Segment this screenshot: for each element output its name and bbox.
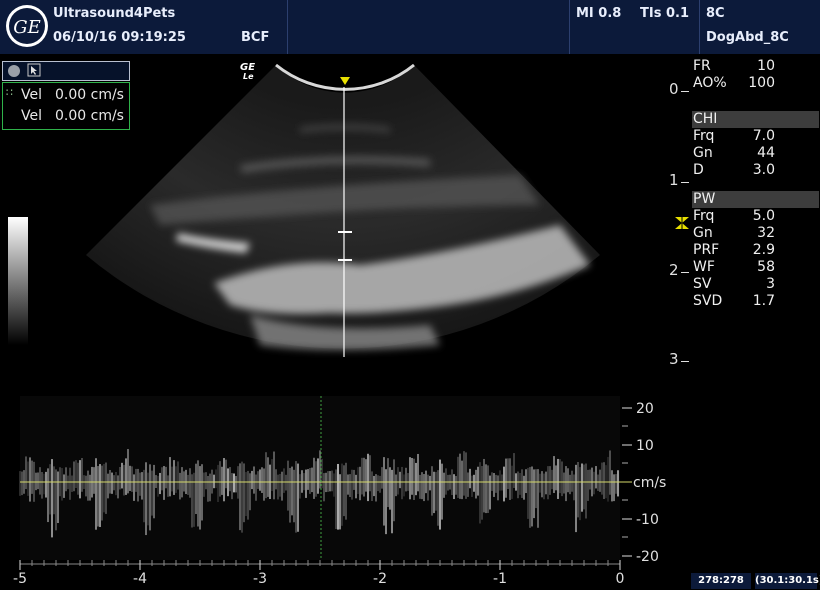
focus-marker-icon (340, 77, 350, 85)
param-value: 58 (757, 259, 775, 275)
mi-index: MI 0.8 (576, 6, 622, 21)
cine-timer: (30.1:30.1s) (755, 573, 820, 589)
param-key: SV (693, 276, 712, 292)
param-value: 44 (757, 145, 775, 161)
parameter-panel: FR 10 AO% 100 CHI Frq 7.0 Gn 44 D 3.0 PW Frq 5… (692, 58, 820, 310)
param-value: 100 (748, 75, 775, 91)
param-value: 3 (766, 276, 775, 292)
param-row: Gn 44 (692, 145, 820, 162)
param-row: AO% 100 (692, 75, 820, 92)
pw-section-header: PW (692, 191, 819, 208)
header-bar: GE Ultrasound4Pets 06/10/16 09:19:25 BCF… (0, 0, 820, 54)
depth-label: 1 (669, 171, 679, 189)
param-row: SVD 1.7 (692, 293, 820, 310)
tis-index: TIs 0.1 (640, 6, 689, 21)
time-ticks (19, 560, 621, 570)
param-value: 3.0 (752, 162, 775, 178)
param-value: 2.9 (752, 242, 775, 258)
velocity-tick-label: 20 (636, 401, 654, 417)
operator-initials: BCF (241, 30, 270, 45)
probe-logo-subtext: Le (243, 72, 254, 81)
velocity-unit-label: cm/s (633, 475, 666, 491)
param-value: 5.0 (752, 208, 775, 224)
depth-label: 0 (669, 80, 679, 98)
param-row: Frq 7.0 (692, 128, 820, 145)
depth-tick (681, 361, 689, 362)
pw-gate-marker-icon (675, 217, 689, 229)
time-tick-label: -5 (13, 571, 27, 587)
depth-tick (681, 91, 689, 92)
brand-label: Ultrasound4Pets (53, 6, 176, 21)
time-tick-label: -3 (253, 571, 267, 587)
velocity-tick-label: -20 (636, 549, 659, 565)
chi-section-header: CHI (692, 111, 819, 128)
param-key: SVD (693, 293, 723, 309)
exam-preset: DogAbd_8C (706, 30, 789, 45)
param-key: WF (693, 259, 715, 275)
param-value: 1.7 (752, 293, 775, 309)
bmode-sector-image: GE Le (86, 62, 600, 357)
depth-tick (681, 272, 689, 273)
doppler-spectrum: 20 10 cm/s -10 -20 -5 -4 -3 -2 -1 0 (13, 396, 666, 587)
time-tick-label: -4 (133, 571, 147, 587)
param-key: AO% (693, 75, 727, 91)
param-row: Gn 32 (692, 225, 820, 242)
ge-logo-text: GE (13, 17, 41, 38)
velocity-tick-label: -10 (636, 512, 659, 528)
param-key: Frq (693, 208, 715, 224)
exam-datetime: 06/10/16 09:19:25 (53, 30, 186, 45)
param-row: Frq 5.0 (692, 208, 820, 225)
param-key: D (693, 162, 704, 178)
depth-tick (681, 182, 689, 183)
time-tick-label: -1 (493, 571, 507, 587)
param-key: Gn (693, 145, 713, 161)
param-key: PRF (693, 242, 720, 258)
param-row: SV 3 (692, 276, 820, 293)
param-key: Gn (693, 225, 713, 241)
ge-logo-icon: GE (6, 5, 48, 47)
velocity-tick-label: 10 (636, 438, 654, 454)
param-row: WF 58 (692, 259, 820, 276)
param-row: D 3.0 (692, 162, 820, 179)
frame-counter: 278:278 (691, 573, 751, 589)
param-row: FR 10 (692, 58, 820, 75)
depth-label: 2 (669, 261, 679, 279)
param-row: PRF 2.9 (692, 242, 820, 259)
param-key: FR (693, 58, 711, 74)
time-tick-label: 0 (616, 571, 625, 587)
depth-label: 3 (669, 350, 679, 368)
param-value: 10 (757, 58, 775, 74)
param-value: 32 (757, 225, 775, 241)
time-tick-label: -2 (373, 571, 387, 587)
param-key: Frq (693, 128, 715, 144)
probe-name: 8C (706, 6, 725, 21)
param-value: 7.0 (752, 128, 775, 144)
